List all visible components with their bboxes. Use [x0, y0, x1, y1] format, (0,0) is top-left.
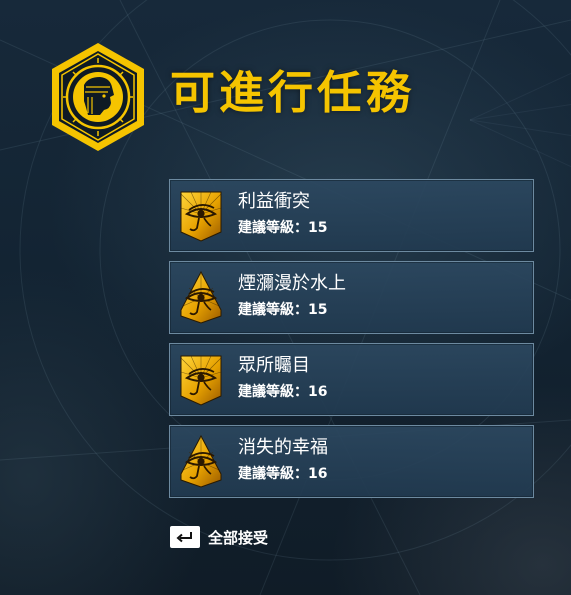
quest-recommended-level: 建議等級：15: [238, 220, 328, 236]
eye-of-horus-icon: [177, 188, 225, 243]
page-title: 可進行任務: [170, 66, 416, 119]
eye-of-horus-icon: [177, 352, 225, 407]
quest-name: 消失的幸福: [238, 437, 328, 458]
quest-card[interactable]: 煙瀰漫於水上 建議等級：15: [169, 261, 534, 334]
quest-recommended-level: 建議等級：15: [238, 302, 328, 318]
quest-card[interactable]: 消失的幸福 建議等級：16: [169, 425, 534, 498]
quest-name: 利益衝突: [238, 191, 310, 212]
quest-recommended-level: 建議等級：16: [238, 384, 328, 400]
quest-name: 煙瀰漫於水上: [238, 273, 346, 294]
accept-all-button[interactable]: 全部接受: [170, 525, 268, 549]
accept-all-label: 全部接受: [208, 528, 269, 547]
quest-list: 利益衝突 建議等級：15 煙瀰漫於水上 建議等級：15 眾所矚目 建議等級：16…: [169, 179, 534, 507]
quest-recommended-level: 建議等級：16: [238, 466, 328, 482]
quest-card[interactable]: 眾所矚目 建議等級：16: [169, 343, 534, 416]
eye-of-horus-icon: [177, 270, 225, 325]
pharaoh-head-emblem-icon: [48, 41, 148, 153]
enter-key-icon: [170, 526, 200, 548]
quest-card[interactable]: 利益衝突 建議等級：15: [169, 179, 534, 252]
quest-name: 眾所矚目: [238, 355, 310, 376]
eye-of-horus-icon: [177, 434, 225, 489]
